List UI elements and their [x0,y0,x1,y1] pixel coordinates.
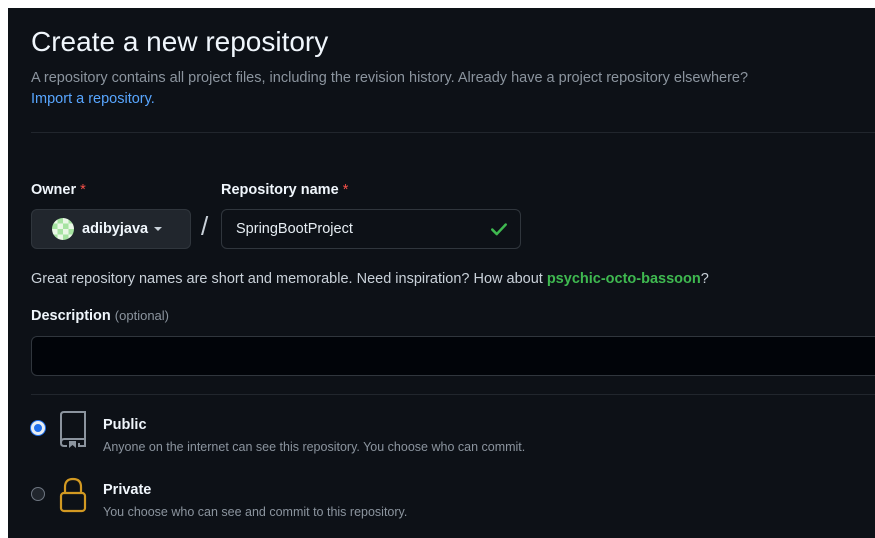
private-description: You choose who can see and commit to thi… [103,505,408,519]
public-title: Public [103,417,147,433]
owner-name: adibyjava [82,221,149,237]
import-repository-link[interactable]: Import a repository. [31,91,155,107]
lock-icon [59,477,87,513]
description-optional-label: (optional) [114,308,169,323]
page-subtitle: A repository contains all project files,… [31,70,749,86]
private-title: Private [103,482,152,498]
description-label: Description (optional) [31,308,169,324]
hint-text: Great repository names are short and mem… [31,271,547,287]
owner-required-mark: * [80,182,86,198]
page-title: Create a new repository [31,26,329,57]
private-radio[interactable] [31,487,45,501]
public-radio[interactable] [31,421,45,435]
repo-icon [59,411,86,448]
chevron-down-icon [154,227,163,231]
repository-name-label-text: Repository name [221,182,339,198]
avatar [52,218,74,240]
owner-repo-separator: / [201,211,209,241]
create-repo-page: Create a new repository A repository con… [8,8,875,538]
visibility-divider [31,394,875,395]
owner-dropdown[interactable]: adibyjava [31,209,191,249]
name-suggestion-link[interactable]: psychic-octo-bassoon [547,271,701,287]
repository-name-hint: Great repository names are short and mem… [31,271,709,287]
owner-label-text: Owner [31,182,77,198]
hint-suffix: ? [700,271,709,287]
repository-name-label: Repository name * [221,182,348,198]
repository-name-input[interactable]: SpringBootProject [221,209,521,249]
description-label-text: Description [31,308,111,324]
public-description: Anyone on the internet can see this repo… [103,440,526,454]
repository-name-value: SpringBootProject [236,221,353,237]
repository-name-required-mark: * [342,182,349,198]
check-icon [491,223,507,236]
header-divider [31,132,875,133]
owner-label: Owner * [31,182,86,198]
description-input[interactable] [31,336,875,376]
